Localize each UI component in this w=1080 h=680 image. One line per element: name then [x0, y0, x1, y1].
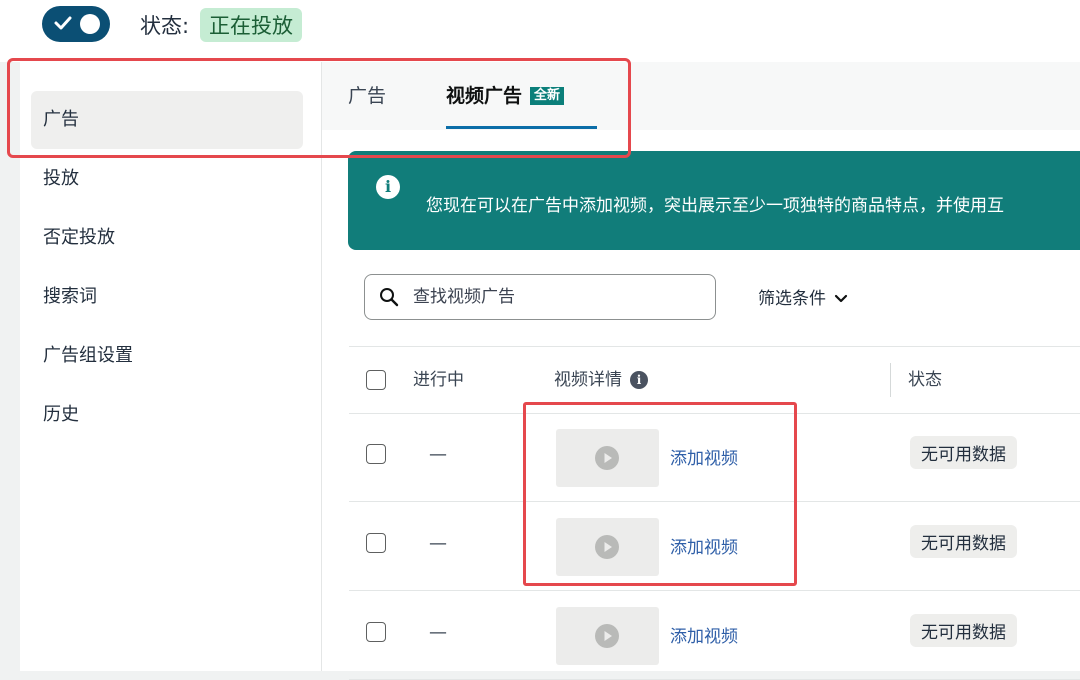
info-icon: i	[376, 175, 400, 199]
sidebar-item-history[interactable]: 历史	[31, 386, 303, 444]
tab-video-ads-label: 视频广告	[446, 85, 523, 107]
active-value: —	[429, 533, 447, 554]
tab-ads-label: 广告	[348, 85, 387, 107]
play-icon	[595, 535, 619, 559]
search-box	[364, 274, 716, 320]
add-video-link[interactable]: 添加视频	[670, 444, 738, 469]
add-video-link[interactable]: 添加视频	[670, 622, 738, 647]
tab-bar: 广告 视频广告 全新	[322, 62, 1080, 130]
status-badge: 无可用数据	[910, 436, 1017, 469]
active-tab-indicator	[446, 126, 597, 129]
column-header-video-details: 视频详情 i	[554, 347, 648, 413]
video-thumbnail	[556, 429, 659, 487]
filter-dropdown[interactable]: 筛选条件	[758, 284, 848, 312]
select-all-checkbox[interactable]	[366, 370, 386, 390]
video-thumbnail	[556, 607, 659, 665]
table-row: — 添加视频 无可用数据	[349, 592, 1080, 680]
toggle-knob	[80, 14, 100, 34]
row-checkbox[interactable]	[366, 622, 386, 642]
status-toggle[interactable]	[42, 6, 110, 42]
play-icon	[595, 446, 619, 470]
table-header: 进行中 视频详情 i 状态	[349, 346, 1080, 414]
info-banner: i 您现在可以在广告中添加视频，突出展示至少一项独特的商品特点，并使用互	[348, 151, 1080, 250]
status-badge: 正在投放	[200, 8, 302, 42]
info-icon[interactable]: i	[630, 371, 648, 389]
row-checkbox[interactable]	[366, 444, 386, 464]
sidebar-item-targeting[interactable]: 投放	[31, 150, 303, 208]
table-row: — 添加视频 无可用数据	[349, 414, 1080, 502]
table-row: — 添加视频 无可用数据	[349, 503, 1080, 591]
tab-ads[interactable]: 广告	[348, 62, 386, 130]
search-input[interactable]	[413, 275, 708, 319]
status-label: 状态:	[140, 14, 190, 38]
status-badge: 无可用数据	[910, 614, 1017, 647]
new-badge: 全新	[530, 87, 565, 105]
sidebar-item-ads[interactable]: 广告	[31, 91, 303, 149]
sidebar-item-search-terms[interactable]: 搜索词	[31, 268, 303, 326]
add-video-link[interactable]: 添加视频	[670, 533, 738, 558]
active-value: —	[429, 622, 447, 643]
status-badge: 无可用数据	[910, 525, 1017, 558]
tab-video-ads[interactable]: 视频广告 全新	[446, 62, 565, 130]
sidebar-item-ad-group-settings[interactable]: 广告组设置	[31, 327, 303, 385]
sidebar: 广告 投放 否定投放 搜索词 广告组设置 历史	[20, 62, 322, 671]
column-header-video-details-label: 视频详情	[554, 370, 622, 390]
row-checkbox[interactable]	[366, 533, 386, 553]
check-icon	[54, 16, 72, 30]
sidebar-item-negative-targeting[interactable]: 否定投放	[31, 209, 303, 267]
column-header-status[interactable]: 状态	[908, 347, 942, 413]
video-thumbnail	[556, 518, 659, 576]
active-value: —	[429, 444, 447, 465]
banner-text: 您现在可以在广告中添加视频，突出展示至少一项独特的商品特点，并使用互	[426, 196, 1004, 216]
column-divider[interactable]	[890, 363, 891, 397]
column-header-active[interactable]: 进行中	[413, 347, 464, 413]
filter-label: 筛选条件	[758, 289, 826, 309]
chevron-down-icon	[834, 294, 848, 303]
play-icon	[595, 624, 619, 648]
search-icon	[380, 288, 399, 307]
